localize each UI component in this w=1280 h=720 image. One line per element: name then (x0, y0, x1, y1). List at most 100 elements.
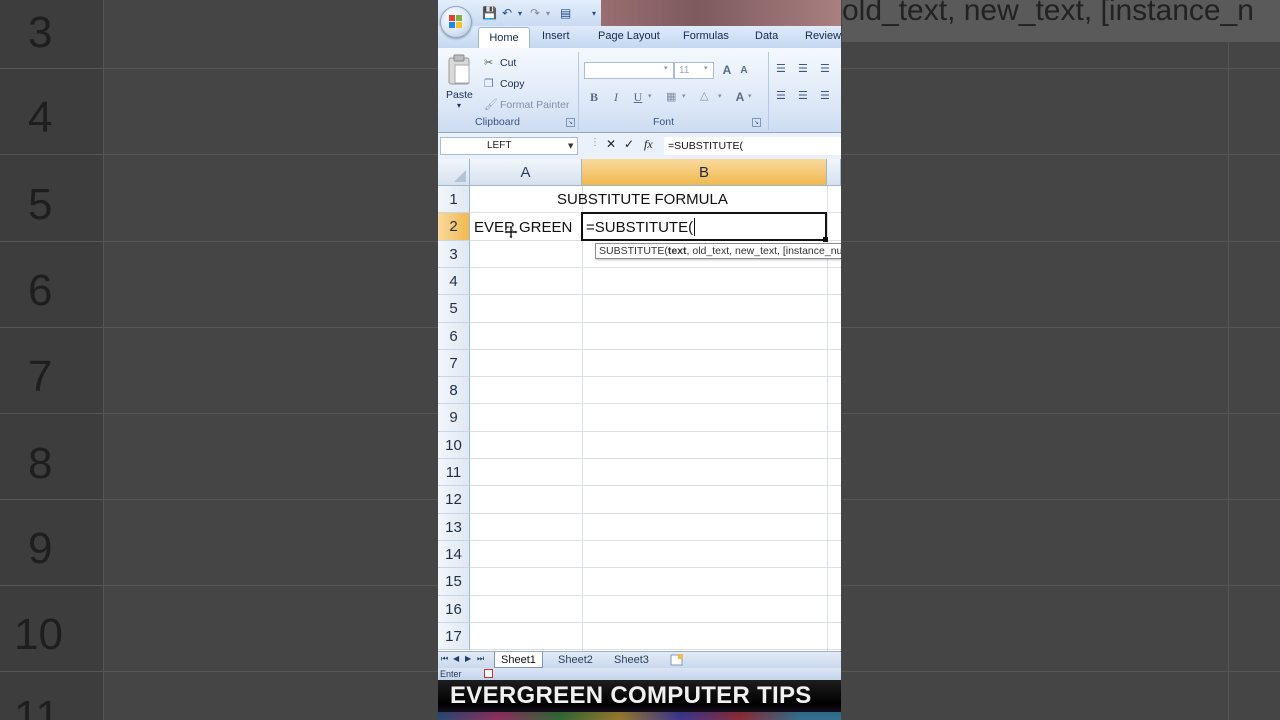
office-button[interactable] (440, 6, 472, 38)
shrink-font-button[interactable]: A (736, 62, 752, 80)
cut-button[interactable]: Cut (500, 57, 516, 69)
tab-page-layout[interactable]: Page Layout (598, 30, 660, 42)
prev-sheet-icon[interactable]: ◀ (453, 654, 459, 663)
paste-dropdown-icon[interactable]: ▾ (457, 101, 461, 110)
customize-toolbar-icon[interactable]: ▾ (592, 9, 596, 18)
name-box[interactable]: LEFT (440, 137, 578, 155)
sheet-tab-2[interactable]: Sheet2 (552, 652, 599, 668)
first-sheet-icon[interactable]: ⏮ (441, 654, 448, 664)
row-header[interactable]: 17 (438, 623, 470, 650)
align-right-icon[interactable]: ☰ (820, 89, 830, 102)
align-bottom-icon[interactable]: ☰ (820, 62, 830, 75)
bold-button[interactable]: B (586, 88, 602, 106)
paste-icon[interactable] (446, 54, 472, 88)
italic-button[interactable]: I (608, 88, 624, 106)
borders-dropdown-icon[interactable]: ▾ (682, 92, 686, 100)
quick-print-icon[interactable]: ▤ (560, 6, 571, 20)
worksheet-grid: A B 1 2 3 4 5 6 7 8 9 10 11 12 13 14 15 16 17 SUBSTITUTE… (438, 159, 841, 651)
font-color-button[interactable]: A (731, 88, 749, 106)
font-size-field[interactable]: 11 (674, 62, 714, 79)
paste-button[interactable]: Paste (446, 89, 473, 101)
macro-record-icon[interactable] (484, 669, 493, 678)
align-middle-icon[interactable]: ☰ (798, 62, 808, 75)
formula-input[interactable]: =SUBSTITUTE( (664, 137, 841, 155)
font-size-dropdown-icon[interactable]: ▾ (704, 64, 708, 72)
font-group-label: Font (653, 116, 675, 128)
row-header[interactable]: 1 (438, 186, 470, 213)
grow-font-button[interactable]: A (718, 61, 736, 79)
sheet-tab-3[interactable]: Sheet3 (608, 652, 655, 668)
row-gridline (470, 485, 841, 486)
cell-a2[interactable]: EVER GREEN (474, 219, 572, 236)
next-sheet-icon[interactable]: ▶ (465, 654, 471, 663)
tab-insert[interactable]: Insert (542, 30, 570, 42)
format-painter-button[interactable]: Format Painter (500, 99, 569, 111)
tab-formulas[interactable]: Formulas (683, 30, 729, 42)
underline-button[interactable]: U (630, 88, 646, 106)
tab-review[interactable]: Review (805, 30, 841, 42)
save-icon[interactable]: 💾 (482, 6, 497, 20)
row-header[interactable]: 16 (438, 596, 470, 623)
clipboard-launcher-icon[interactable]: ↘ (566, 118, 575, 127)
borders-icon[interactable]: ▦ (666, 90, 676, 103)
row-header[interactable]: 6 (438, 323, 470, 350)
insert-sheet-icon[interactable] (670, 654, 684, 666)
fill-color-dropdown-icon[interactable]: ▾ (718, 92, 722, 100)
row-gridline (470, 267, 841, 268)
row-header[interactable]: 12 (438, 486, 470, 514)
undo-icon[interactable]: ↶ (502, 6, 512, 20)
align-center-icon[interactable]: ☰ (798, 89, 808, 102)
row-header[interactable]: 15 (438, 568, 470, 596)
copy-button[interactable]: Copy (500, 78, 525, 90)
tooltip-current-arg[interactable]: text (668, 245, 687, 257)
fill-color-icon[interactable]: △ (700, 89, 708, 102)
sheet-tab-1[interactable]: Sheet1 (494, 652, 543, 668)
row-gridline (470, 294, 841, 295)
bg-row-number: 11 (14, 692, 60, 720)
row-header[interactable]: 14 (438, 541, 470, 568)
status-mode: Enter (440, 669, 462, 679)
cell-b2[interactable]: =SUBSTITUTE( (586, 219, 693, 236)
tab-home[interactable]: Home (478, 27, 530, 49)
row-header[interactable]: 10 (438, 432, 470, 459)
excel-window: 💾 ↶ ▾ ↷ ▾ ▤ ▾ Home Insert Page Layout Fo… (438, 0, 841, 720)
clipboard-group-label: Clipboard (475, 116, 520, 128)
enter-check-icon[interactable]: ✓ (624, 137, 634, 151)
row-header[interactable]: 8 (438, 377, 470, 404)
select-all-corner[interactable] (438, 159, 470, 186)
tab-data[interactable]: Data (755, 30, 778, 42)
font-launcher-icon[interactable]: ↘ (752, 118, 761, 127)
row-header[interactable]: 9 (438, 404, 470, 432)
row-header[interactable]: 4 (438, 268, 470, 295)
align-top-icon[interactable]: ☰ (776, 62, 786, 75)
align-left-icon[interactable]: ☰ (776, 89, 786, 102)
font-color-dropdown-icon[interactable]: ▾ (748, 92, 752, 100)
fill-handle[interactable] (823, 237, 828, 242)
cell-merged-title[interactable]: SUBSTITUTE FORMULA (557, 191, 728, 208)
row-header[interactable]: 2 (438, 213, 470, 241)
font-name-field[interactable] (584, 62, 674, 79)
cut-icon[interactable]: ✂ (484, 56, 493, 69)
underline-dropdown-icon[interactable]: ▾ (648, 92, 652, 100)
column-header-b[interactable]: B (582, 159, 827, 186)
column-header-c[interactable] (827, 159, 841, 186)
row-header[interactable]: 5 (438, 295, 470, 323)
last-sheet-icon[interactable]: ⏭ (477, 654, 484, 664)
row-header[interactable]: 3 (438, 241, 470, 268)
row-header[interactable]: 7 (438, 350, 470, 377)
row-gridline (470, 540, 841, 541)
redo-dropdown-icon[interactable]: ▾ (546, 9, 550, 18)
column-header-a[interactable]: A (470, 159, 582, 186)
format-painter-icon[interactable]: 🖌 (484, 98, 498, 111)
row-header[interactable]: 11 (438, 459, 470, 486)
undo-dropdown-icon[interactable]: ▾ (518, 9, 522, 18)
cancel-icon[interactable]: ✕ (606, 137, 616, 151)
copy-icon[interactable]: ❐ (484, 77, 494, 90)
insert-function-icon[interactable]: fx (644, 137, 653, 152)
name-box-dropdown-icon[interactable]: ▼ (568, 142, 573, 150)
font-name-dropdown-icon[interactable]: ▾ (664, 64, 668, 72)
row-header[interactable]: 13 (438, 514, 470, 541)
move-cursor-icon (504, 225, 518, 239)
bg-row-number: 10 (14, 610, 63, 659)
redo-icon[interactable]: ↷ (530, 6, 540, 20)
